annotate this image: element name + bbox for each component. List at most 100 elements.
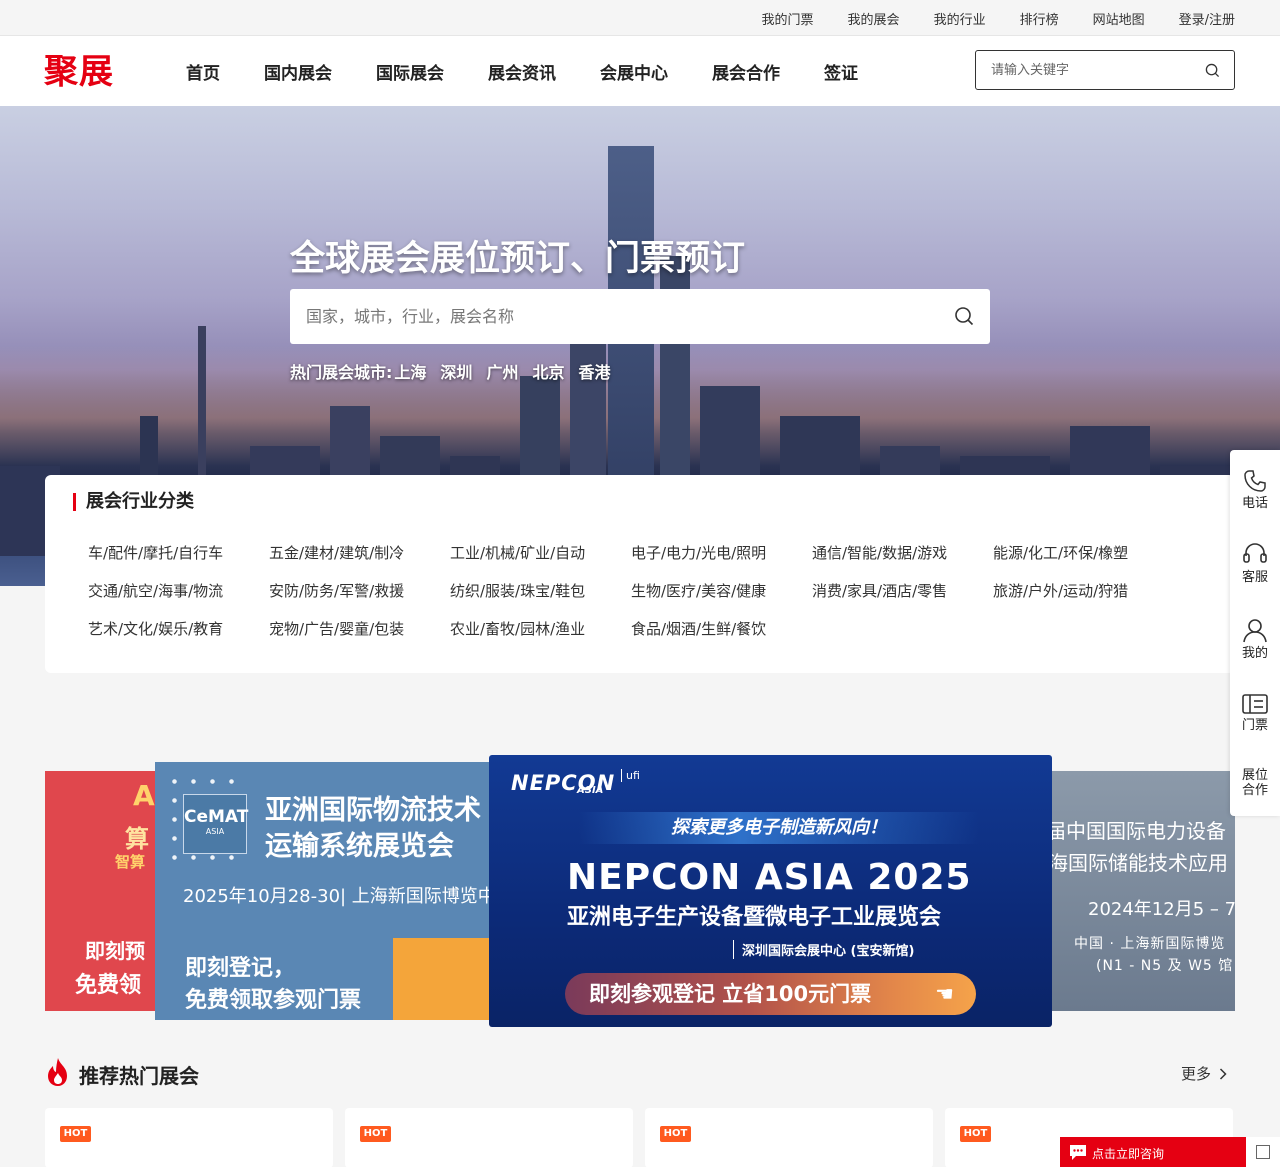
category-item[interactable]: 旅游/户外/运动/狩猎 bbox=[993, 581, 1174, 601]
main-header: 聚展 首页 国内展会 国际展会 展会资讯 会展中心 展会合作 签证 bbox=[0, 36, 1280, 106]
site-logo[interactable]: 聚展 bbox=[44, 53, 114, 91]
category-item[interactable]: 纺织/服装/珠宝/鞋包 bbox=[450, 581, 631, 601]
category-item[interactable]: 农业/畜牧/园林/渔业 bbox=[450, 619, 631, 639]
nav-domestic[interactable]: 国内展会 bbox=[264, 59, 332, 84]
category-item[interactable]: 消费/家具/酒店/零售 bbox=[812, 581, 993, 601]
banner-right-venue: (N1 - N5 及 W5 馆 bbox=[1096, 958, 1234, 974]
header-search-input[interactable] bbox=[976, 51, 1186, 89]
hero-search bbox=[290, 289, 990, 344]
category-item[interactable]: 艺术/文化/娱乐/教育 bbox=[88, 619, 269, 639]
category-item[interactable]: 五金/建材/建筑/制冷 bbox=[269, 543, 450, 563]
side-ticket[interactable]: 门票 bbox=[1230, 692, 1280, 734]
cemat-cta: 即刻登记， bbox=[185, 956, 296, 981]
top-link-my-industry[interactable]: 我的行业 bbox=[934, 9, 986, 28]
side-mine[interactable]: 我的 bbox=[1230, 616, 1280, 662]
category-item[interactable]: 食品/烟酒/生鲜/餐饮 bbox=[631, 619, 812, 639]
cemat-logo: CeMAT ASIA bbox=[183, 794, 249, 854]
category-item[interactable]: 通信/智能/数据/游戏 bbox=[812, 543, 993, 563]
ticket-icon bbox=[1242, 694, 1268, 714]
nepcon-register-button[interactable]: 即刻参观登记 立省100元门票 ☚ bbox=[565, 973, 976, 1015]
cemat-cta: 免费领取参观门票 bbox=[185, 988, 362, 1013]
pointing-hand-icon: ☚ bbox=[935, 982, 954, 1006]
side-service[interactable]: 客服 bbox=[1230, 540, 1280, 586]
banner-right-date: 2024年12月5 – 7 bbox=[1088, 899, 1235, 920]
category-item[interactable]: 能源/化工/环保/橡塑 bbox=[993, 543, 1174, 563]
top-link-login[interactable]: 登录/注册 bbox=[1179, 9, 1235, 28]
category-item[interactable]: 工业/机械/矿业/自动 bbox=[450, 543, 631, 563]
main-nav: 首页 国内展会 国际展会 展会资讯 会展中心 展会合作 签证 bbox=[186, 36, 902, 106]
top-link-my-tickets[interactable]: 我的门票 bbox=[762, 9, 814, 28]
hot-badge: HOT bbox=[960, 1126, 991, 1142]
search-icon[interactable] bbox=[954, 306, 974, 330]
banner-carousel: A 算 智算 即刻预 免费领 CeMAT ASIA 亚洲国际物流技术 运输系统展… bbox=[45, 755, 1235, 1030]
nav-venues[interactable]: 会展中心 bbox=[600, 59, 668, 84]
category-title: 展会行业分类 bbox=[73, 493, 194, 511]
nav-international[interactable]: 国际展会 bbox=[376, 59, 444, 84]
category-item[interactable]: 车/配件/摩托/自行车 bbox=[88, 543, 269, 563]
user-icon bbox=[1243, 619, 1267, 643]
category-item[interactable]: 安防/防务/军警/救援 bbox=[269, 581, 450, 601]
recommend-cards: HOT HOT HOT HOT bbox=[45, 1108, 1235, 1167]
banner-nepcon[interactable]: NEPCON ASIA ufi 探索更多电子制造新风向！ NEPCON ASIA… bbox=[489, 755, 1052, 1027]
cemat-logo-text: CeMAT bbox=[184, 807, 249, 827]
category-item[interactable]: 宠物/广告/婴童/包装 bbox=[269, 619, 450, 639]
top-bar: 我的门票 我的展会 我的行业 排行榜 网站地图 登录/注册 bbox=[0, 0, 1280, 36]
hot-city-guangzhou[interactable]: 广州 bbox=[486, 359, 518, 383]
top-link-ranking[interactable]: 排行榜 bbox=[1020, 9, 1059, 28]
hot-city-shenzhen[interactable]: 深圳 bbox=[440, 359, 472, 383]
category-item[interactable]: 生物/医疗/美容/健康 bbox=[631, 581, 812, 601]
side-booth-cooperation[interactable]: 展位合作 bbox=[1230, 768, 1280, 798]
side-label: 展位合作 bbox=[1241, 768, 1268, 798]
chat-widget[interactable]: 点击立即咨询 bbox=[1060, 1137, 1280, 1167]
top-link-my-exhibitions[interactable]: 我的展会 bbox=[848, 9, 900, 28]
hot-city-shanghai[interactable]: 上海 bbox=[394, 359, 426, 383]
cemat-logo-sub: ASIA bbox=[205, 827, 225, 836]
nav-news[interactable]: 展会资讯 bbox=[488, 59, 556, 84]
exhibition-card[interactable]: HOT bbox=[45, 1108, 333, 1167]
exhibition-card[interactable]: HOT bbox=[645, 1108, 933, 1167]
banner-right-text: 届中国国际电力设备 bbox=[1052, 819, 1226, 843]
side-phone[interactable]: 电话 bbox=[1230, 468, 1280, 512]
side-toolbar: 电话 客服 我的 门票 展位合作 bbox=[1230, 450, 1280, 816]
category-item[interactable]: 交通/航空/海事/物流 bbox=[88, 581, 269, 601]
nav-home[interactable]: 首页 bbox=[186, 59, 220, 84]
nepcon-cta-label: 即刻参观登记 立省100元门票 bbox=[589, 982, 872, 1006]
banner-right-text: 海国际储能技术应用 bbox=[1052, 851, 1228, 875]
phone-icon bbox=[1244, 470, 1266, 492]
hot-badge: HOT bbox=[360, 1126, 391, 1142]
hot-city-hongkong[interactable]: 香港 bbox=[578, 359, 610, 383]
chat-bubble-icon bbox=[1070, 1145, 1086, 1160]
cemat-date: 2025年10月28-30| 上海新国际博览中 bbox=[183, 886, 496, 907]
chevron-right-icon bbox=[1219, 1067, 1227, 1080]
search-icon[interactable] bbox=[1205, 63, 1220, 82]
recommend-title: 推荐热门展会 bbox=[79, 1063, 199, 1088]
banner-left-text: A bbox=[133, 779, 155, 812]
headset-icon bbox=[1243, 543, 1267, 563]
maximize-icon[interactable] bbox=[1246, 1137, 1280, 1167]
cemat-title: 运输系统展览会 bbox=[265, 831, 454, 862]
banner-cemat[interactable]: CeMAT ASIA 亚洲国际物流技术 运输系统展览会 2025年10月28-3… bbox=[155, 762, 515, 1020]
hot-city-beijing[interactable]: 北京 bbox=[532, 359, 564, 383]
nepcon-slogan: 探索更多电子制造新风向！ bbox=[579, 812, 979, 844]
more-label: 更多 bbox=[1181, 1065, 1212, 1083]
recommend-more-link[interactable]: 更多 bbox=[1181, 1063, 1227, 1084]
top-links: 我的门票 我的展会 我的行业 排行榜 网站地图 登录/注册 bbox=[0, 0, 1280, 36]
banner-left-text: 算 bbox=[125, 825, 149, 853]
nav-visa[interactable]: 签证 bbox=[824, 59, 858, 84]
nepcon-subtitle: 亚洲电子生产设备暨微电子工业展览会 bbox=[567, 905, 942, 930]
category-item[interactable]: 电子/电力/光电/照明 bbox=[631, 543, 812, 563]
banner-left-text: 智算 bbox=[115, 853, 146, 871]
exhibition-card[interactable]: HOT bbox=[345, 1108, 633, 1167]
category-panel: 展会行业分类 车/配件/摩托/自行车 五金/建材/建筑/制冷 工业/机械/矿业/… bbox=[45, 475, 1235, 673]
fire-icon bbox=[45, 1057, 71, 1091]
hot-badge: HOT bbox=[60, 1126, 91, 1142]
chat-label: 点击立即咨询 bbox=[1092, 1147, 1165, 1161]
hot-cities: 热门展会城市: 上海 深圳 广州 北京 香港 bbox=[290, 359, 610, 383]
banner-right[interactable]: 届中国国际电力设备 海国际储能技术应用 2024年12月5 – 7 中国 · 上… bbox=[1052, 771, 1235, 1011]
hero-title: 全球展会展位预订、门票预订 bbox=[290, 239, 746, 279]
nav-cooperation[interactable]: 展会合作 bbox=[712, 59, 780, 84]
hero-search-input[interactable] bbox=[290, 289, 910, 344]
cemat-title: 亚洲国际物流技术 bbox=[265, 795, 481, 826]
category-grid: 车/配件/摩托/自行车 五金/建材/建筑/制冷 工业/机械/矿业/自动 电子/电… bbox=[88, 543, 1174, 639]
top-link-sitemap[interactable]: 网站地图 bbox=[1093, 9, 1145, 28]
